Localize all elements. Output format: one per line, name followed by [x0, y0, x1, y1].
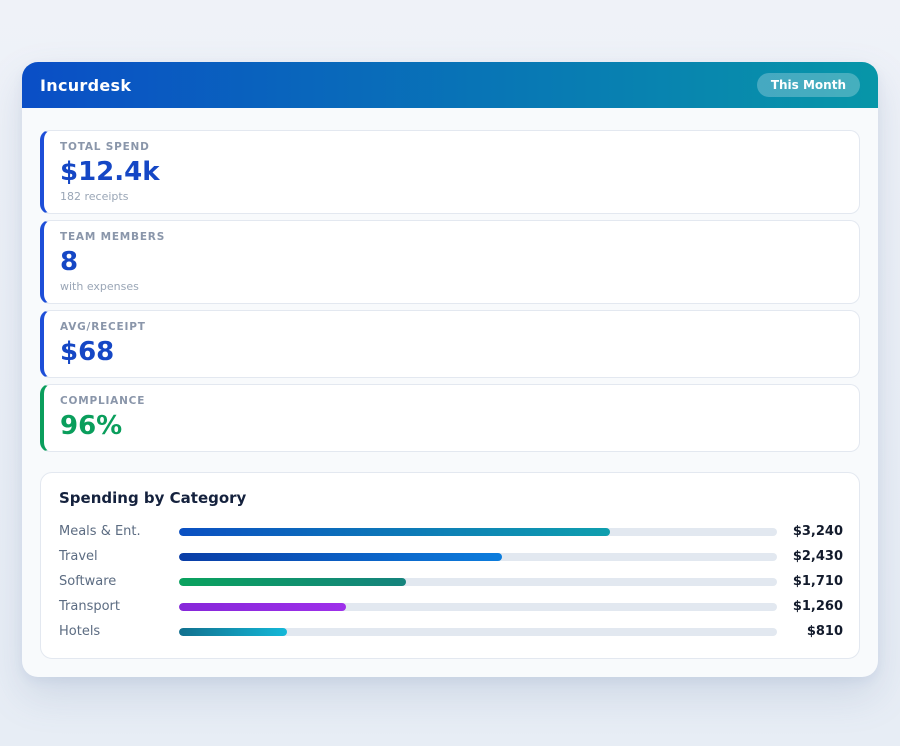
category-value: $1,710 [777, 574, 843, 589]
stat-subtext: with expenses [60, 280, 843, 293]
stat-card-compliance: COMPLIANCE 96% [40, 384, 860, 452]
chart-row-software: Software $1,710 [59, 569, 843, 594]
stat-value: $12.4k [60, 158, 843, 187]
dashboard-content: TOTAL SPEND $12.4k 182 receipts TEAM MEM… [22, 108, 878, 677]
bar-track [179, 603, 777, 611]
category-value: $1,260 [777, 599, 843, 614]
bar-track [179, 628, 777, 636]
app-title: Incurdesk [40, 76, 131, 95]
chart-row-transport: Transport $1,260 [59, 594, 843, 619]
spending-by-category-chart: Spending by Category Meals & Ent. $3,240… [40, 472, 860, 659]
category-label: Meals & Ent. [59, 524, 179, 539]
stat-label: COMPLIANCE [60, 395, 843, 407]
bar-fill [179, 553, 502, 561]
chart-row-meals: Meals & Ent. $3,240 [59, 519, 843, 544]
stat-subtext: 182 receipts [60, 190, 843, 203]
category-value: $2,430 [777, 549, 843, 564]
stat-card-avg-receipt: AVG/RECEIPT $68 [40, 310, 860, 378]
bar-track [179, 553, 777, 561]
bar-fill [179, 628, 287, 636]
chart-row-travel: Travel $2,430 [59, 544, 843, 569]
stats-list: TOTAL SPEND $12.4k 182 receipts TEAM MEM… [40, 130, 860, 452]
bar-track [179, 578, 777, 586]
category-label: Transport [59, 599, 179, 614]
period-badge[interactable]: This Month [757, 73, 860, 97]
chart-title: Spending by Category [59, 489, 843, 507]
category-label: Hotels [59, 624, 179, 639]
bar-fill [179, 603, 346, 611]
stat-label: TEAM MEMBERS [60, 231, 843, 243]
bar-track [179, 528, 777, 536]
chart-row-hotels: Hotels $810 [59, 619, 843, 644]
bar-fill [179, 528, 610, 536]
stat-value: 8 [60, 248, 843, 277]
app-header: Incurdesk This Month [22, 62, 878, 108]
stat-card-total-spend: TOTAL SPEND $12.4k 182 receipts [40, 130, 860, 214]
bar-fill [179, 578, 406, 586]
dashboard-panel: Incurdesk This Month TOTAL SPEND $12.4k … [22, 62, 878, 677]
stat-label: TOTAL SPEND [60, 141, 843, 153]
category-label: Travel [59, 549, 179, 564]
category-label: Software [59, 574, 179, 589]
category-value: $3,240 [777, 524, 843, 539]
stat-value: 96% [60, 412, 843, 441]
category-value: $810 [777, 624, 843, 639]
stat-label: AVG/RECEIPT [60, 321, 843, 333]
stat-card-team-members: TEAM MEMBERS 8 with expenses [40, 220, 860, 304]
stat-value: $68 [60, 338, 843, 367]
